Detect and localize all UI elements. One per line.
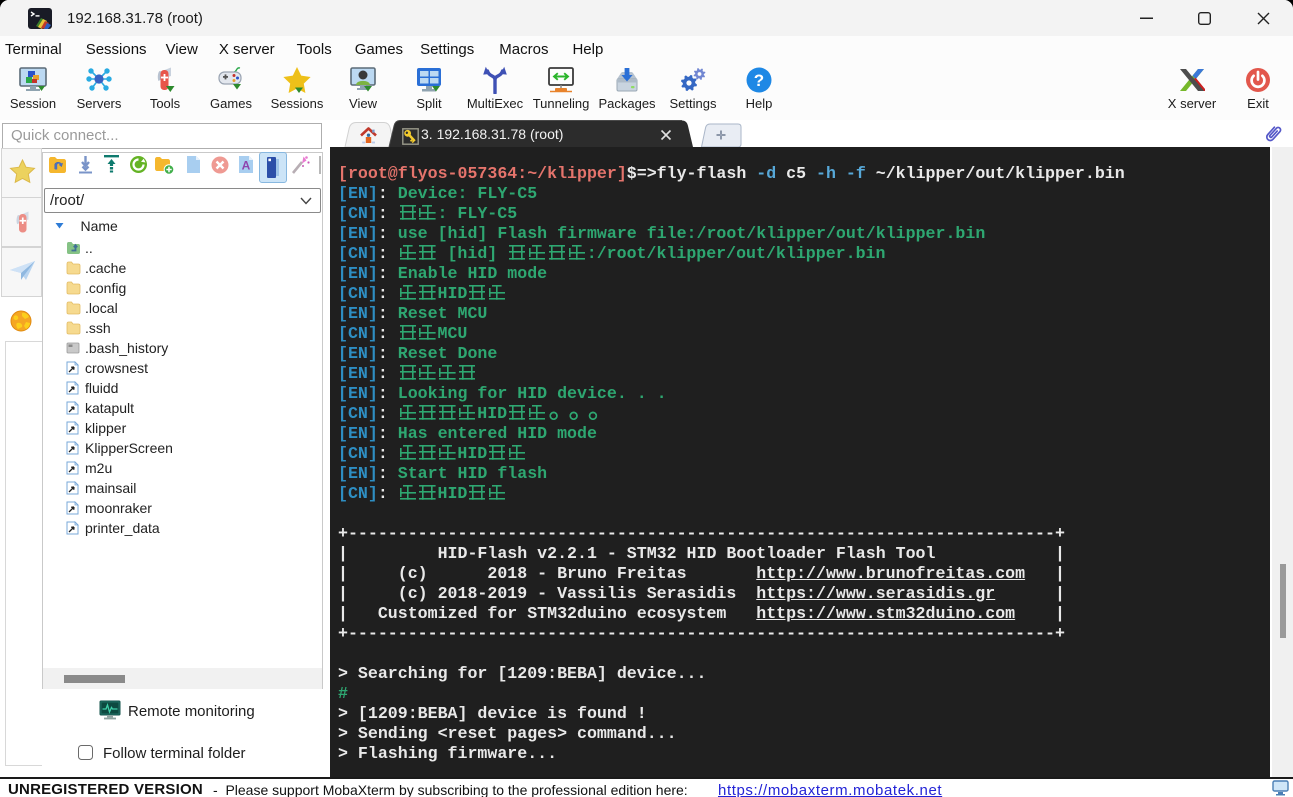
svg-text:?: ? (754, 71, 764, 90)
svg-text:A: A (242, 159, 251, 173)
